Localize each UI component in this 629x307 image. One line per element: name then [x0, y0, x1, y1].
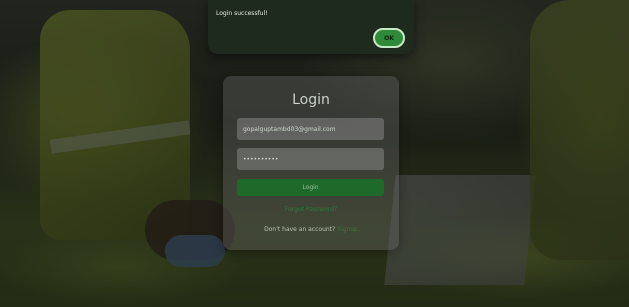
alert-message: Login successful! [216, 10, 268, 17]
email-field[interactable]: gopalguptambd03@gmail.com [237, 118, 384, 140]
alert-ok-button[interactable]: OK [373, 28, 405, 48]
login-title: Login [292, 92, 330, 108]
signup-prompt: Don't have an account? Signup [223, 226, 399, 233]
login-card: Login gopalguptambd03@gmail.com ••••••••… [223, 76, 399, 250]
password-field[interactable]: •••••••••• [237, 148, 384, 170]
signup-link[interactable]: Signup [337, 226, 358, 233]
login-button[interactable]: Login [237, 179, 384, 196]
forgot-password-link[interactable]: Forgot Password? [223, 206, 399, 213]
no-account-text: Don't have an account? [264, 226, 338, 233]
alert-dialog: Login successful! OK [208, 0, 414, 54]
